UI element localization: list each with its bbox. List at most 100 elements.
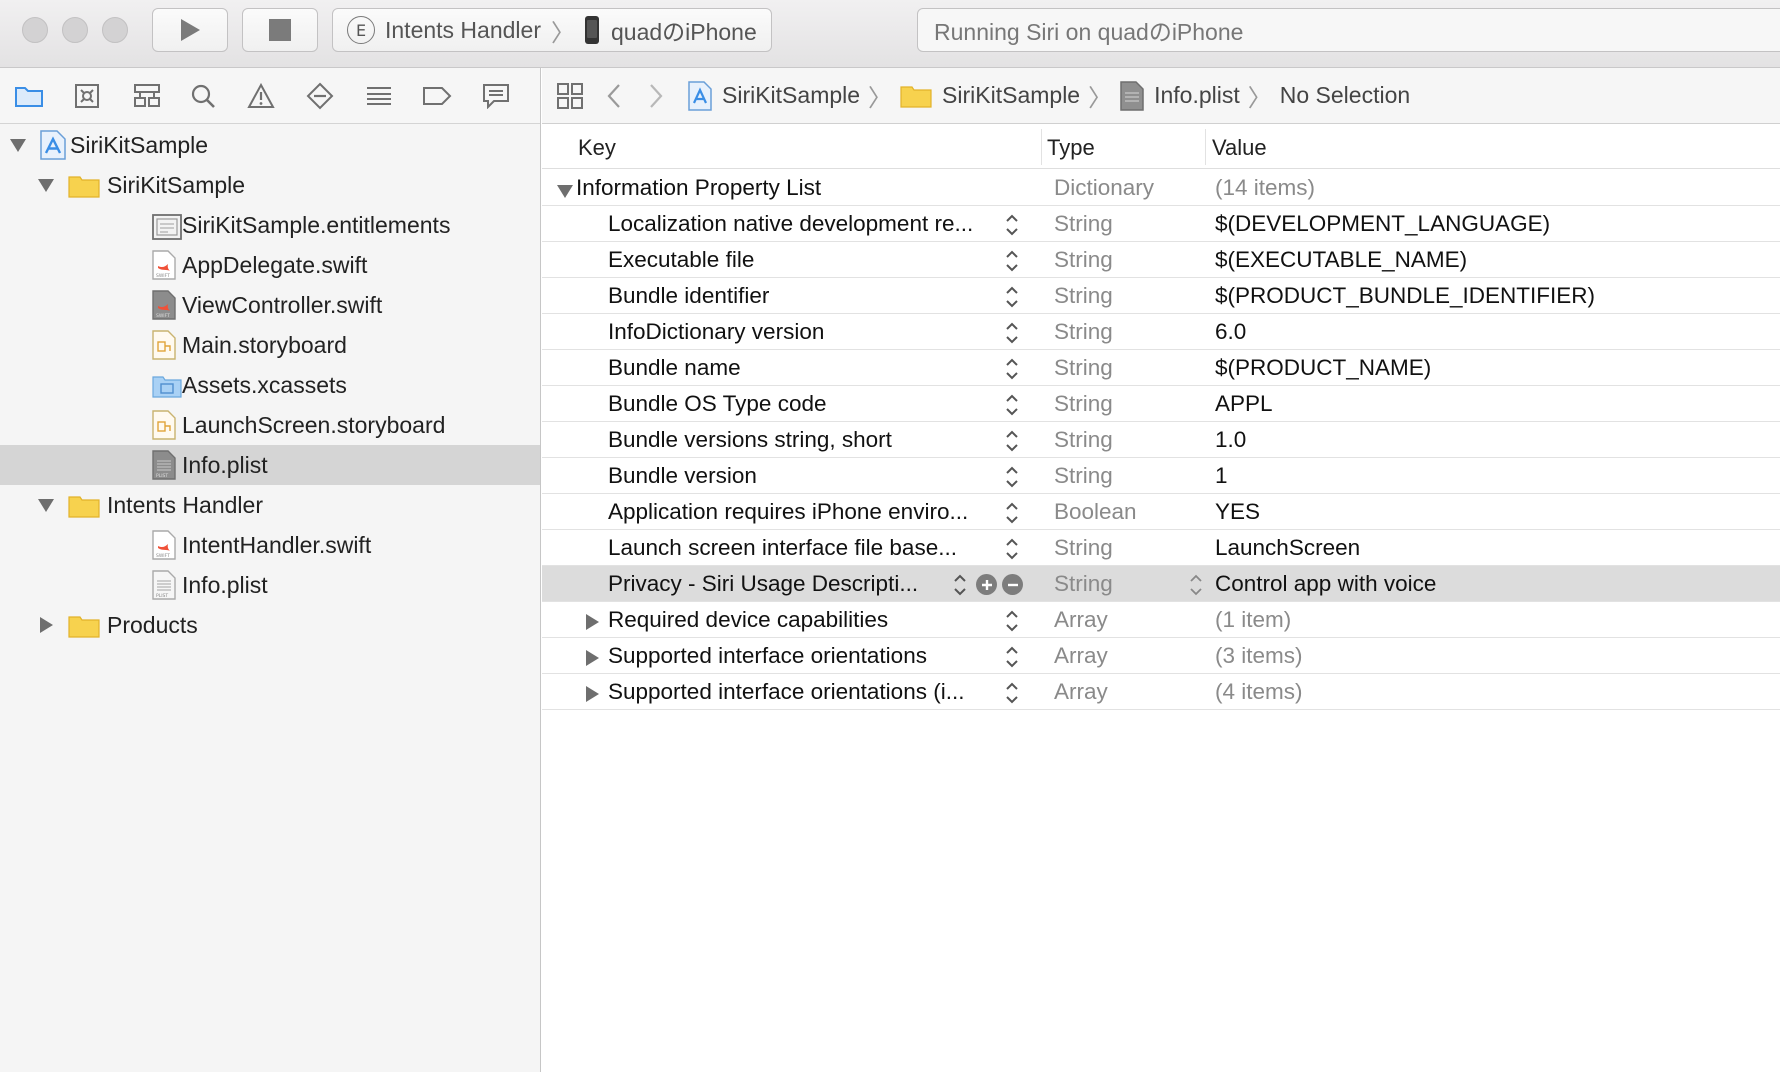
report-navigator-tab[interactable] (479, 80, 513, 112)
plist-value[interactable]: (3 items) (1215, 643, 1303, 669)
plist-value[interactable]: (1 item) (1215, 607, 1291, 633)
add-row-button[interactable] (976, 574, 997, 595)
project-navigator-tab[interactable] (12, 80, 46, 112)
close-window-button[interactable] (22, 17, 48, 43)
plist-key[interactable]: Supported interface orientations (608, 643, 927, 669)
key-popup-stepper-icon[interactable] (1004, 428, 1020, 454)
tree-item[interactable]: PLIST Info.plist (0, 565, 540, 605)
key-column-header[interactable]: Key (578, 135, 616, 161)
plist-key[interactable]: Application requires iPhone enviro... (608, 499, 968, 525)
plist-key[interactable]: Localization native development re... (608, 211, 973, 237)
plist-row[interactable]: Bundle name String $(PRODUCT_NAME) (542, 350, 1780, 386)
key-popup-stepper-icon[interactable] (1004, 644, 1020, 670)
plist-row[interactable]: Required device capabilities Array (1 item… (542, 602, 1780, 638)
key-popup-stepper-icon[interactable] (1004, 536, 1020, 562)
source-control-navigator-tab[interactable] (70, 80, 104, 112)
symbol-navigator-tab[interactable] (130, 80, 164, 112)
disclosure-triangle-right-icon[interactable] (584, 647, 602, 666)
related-items-button[interactable] (556, 82, 584, 110)
disclosure-triangle-right-icon[interactable] (584, 611, 602, 630)
go-back-button[interactable] (606, 83, 622, 109)
plist-type[interactable]: String (1054, 319, 1113, 345)
key-popup-stepper-icon[interactable] (1004, 212, 1020, 238)
tree-item[interactable]: SWIFT ViewController.swift (0, 285, 540, 325)
scheme-selector[interactable]: E Intents Handler 〉 quadのiPhone (332, 8, 772, 52)
tree-item[interactable]: Products (0, 605, 540, 645)
column-divider[interactable] (1041, 129, 1042, 165)
plist-value[interactable]: Control app with voice (1215, 571, 1436, 597)
plist-type[interactable]: Array (1054, 607, 1108, 633)
plist-row[interactable]: Supported interface orientations Array (3 … (542, 638, 1780, 674)
plist-value[interactable]: $(DEVELOPMENT_LANGUAGE) (1215, 211, 1550, 237)
type-popup-stepper-icon[interactable] (1188, 572, 1204, 598)
plist-key[interactable]: Supported interface orientations (i... (608, 679, 964, 705)
plist-key[interactable]: Privacy - Siri Usage Descripti... (608, 571, 918, 597)
breadcrumb-selection[interactable]: No Selection (1280, 82, 1410, 109)
plist-value[interactable]: LaunchScreen (1215, 535, 1360, 561)
disclosure-triangle-down-icon[interactable] (36, 175, 56, 195)
run-button[interactable] (152, 8, 228, 52)
plist-key[interactable]: Bundle identifier (608, 283, 769, 309)
plist-key[interactable]: Launch screen interface file base... (608, 535, 957, 561)
plist-type[interactable]: String (1054, 355, 1113, 381)
key-popup-stepper-icon[interactable] (1004, 320, 1020, 346)
plist-row[interactable]: Launch screen interface file base... Stri… (542, 530, 1780, 566)
key-popup-stepper-icon[interactable] (1004, 680, 1020, 706)
key-popup-stepper-icon[interactable] (952, 572, 968, 598)
plist-value[interactable]: (4 items) (1215, 679, 1303, 705)
plist-row[interactable]: Privacy - Siri Usage Descripti... String C… (542, 566, 1780, 602)
plist-type[interactable]: String (1054, 211, 1113, 237)
disclosure-triangle-down-icon[interactable] (556, 179, 574, 198)
disclosure-triangle-right-icon[interactable] (584, 683, 602, 702)
plist-row[interactable]: Localization native development re... Str… (542, 206, 1780, 242)
plist-type[interactable]: String (1054, 283, 1113, 309)
breadcrumb-group[interactable]: SiriKitSample (900, 82, 1080, 109)
plist-type[interactable]: String (1054, 463, 1113, 489)
test-navigator-tab[interactable] (303, 80, 337, 112)
issue-navigator-tab[interactable] (244, 80, 278, 112)
plist-row[interactable]: Bundle OS Type code String APPL (542, 386, 1780, 422)
value-column-header[interactable]: Value (1212, 135, 1267, 161)
tree-item[interactable]: SiriKitSample.entitlements (0, 205, 540, 245)
find-navigator-tab[interactable] (186, 80, 220, 112)
plist-value[interactable]: 6.0 (1215, 319, 1246, 345)
plist-type[interactable]: String (1054, 391, 1113, 417)
key-popup-stepper-icon[interactable] (1004, 284, 1020, 310)
plist-key[interactable]: Required device capabilities (608, 607, 888, 633)
minimize-window-button[interactable] (62, 17, 88, 43)
tree-item[interactable]: SWIFT AppDelegate.swift (0, 245, 540, 285)
disclosure-triangle-down-icon[interactable] (36, 495, 56, 515)
tree-item[interactable]: PLIST Info.plist (0, 445, 540, 485)
zoom-window-button[interactable] (102, 17, 128, 43)
plist-key[interactable]: Executable file (608, 247, 754, 273)
go-forward-button[interactable] (648, 83, 664, 109)
tree-item[interactable]: Intents Handler (0, 485, 540, 525)
key-popup-stepper-icon[interactable] (1004, 248, 1020, 274)
stop-button[interactable] (242, 8, 318, 52)
plist-key[interactable]: InfoDictionary version (608, 319, 824, 345)
tree-item[interactable]: SiriKitSample (0, 165, 540, 205)
plist-key[interactable]: Bundle versions string, short (608, 427, 892, 453)
plist-value[interactable]: YES (1215, 499, 1260, 525)
plist-row[interactable]: Executable file String $(EXECUTABLE_NAME) (542, 242, 1780, 278)
plist-type[interactable]: Dictionary (1054, 175, 1154, 201)
key-popup-stepper-icon[interactable] (1004, 464, 1020, 490)
plist-row[interactable]: Supported interface orientations (i... Ar… (542, 674, 1780, 710)
disclosure-triangle-right-icon[interactable] (36, 615, 56, 635)
disclosure-triangle-down-icon[interactable] (8, 135, 28, 155)
plist-type[interactable]: String (1054, 535, 1113, 561)
breadcrumb-project[interactable]: SiriKitSample (688, 80, 860, 111)
plist-type[interactable]: String (1054, 427, 1113, 453)
key-popup-stepper-icon[interactable] (1004, 356, 1020, 382)
plist-value[interactable]: APPL (1215, 391, 1273, 417)
plist-value[interactable]: $(PRODUCT_BUNDLE_IDENTIFIER) (1215, 283, 1595, 309)
tree-item[interactable]: SiriKitSample (0, 125, 540, 165)
plist-row[interactable]: Bundle identifier String $(PRODUCT_BUNDLE_… (542, 278, 1780, 314)
plist-type[interactable]: Array (1054, 643, 1108, 669)
plist-row[interactable]: Information Property List Dictionary (14 i… (542, 170, 1780, 206)
plist-value[interactable]: 1 (1215, 463, 1228, 489)
key-popup-stepper-icon[interactable] (1004, 392, 1020, 418)
tree-item[interactable]: Assets.xcassets (0, 365, 540, 405)
plist-value[interactable]: $(PRODUCT_NAME) (1215, 355, 1431, 381)
breakpoint-navigator-tab[interactable] (420, 80, 454, 112)
